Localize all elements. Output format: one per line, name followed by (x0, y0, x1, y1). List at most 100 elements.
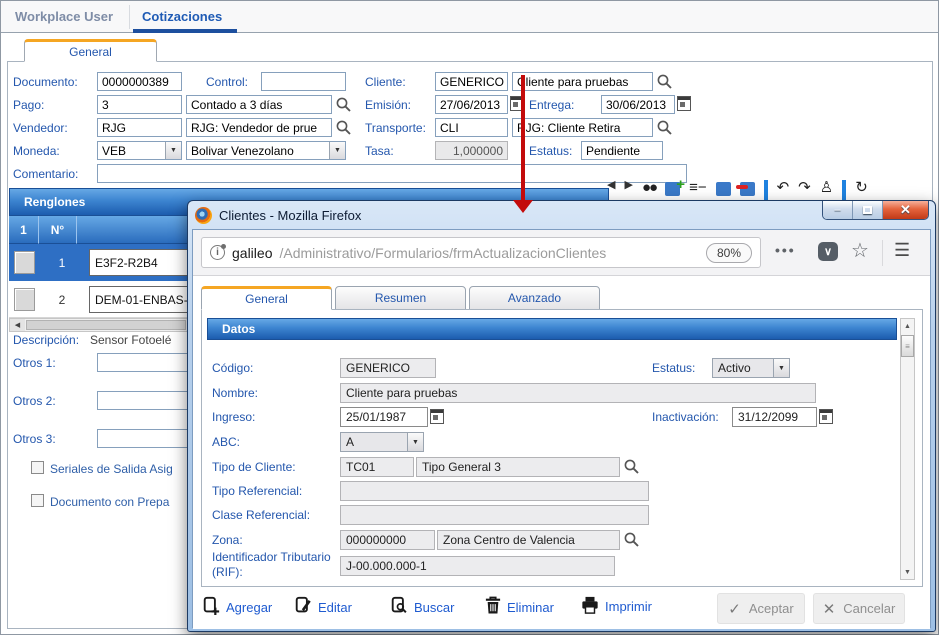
emision-input[interactable]: 27/06/2013 (435, 95, 508, 114)
annotation-arrow-line (521, 75, 525, 203)
imprimir-button[interactable]: Imprimir (581, 596, 652, 617)
list-minus-icon[interactable]: ≡− (689, 178, 707, 198)
pago-label: Pago: (13, 98, 44, 112)
inactivacion-calendar-icon[interactable] (819, 409, 833, 424)
vendedor-search-icon[interactable] (335, 119, 352, 136)
tab-general-popup[interactable]: General (201, 286, 332, 310)
codigo-input: GENERICO (340, 358, 436, 378)
tab-workplace-user[interactable]: Workplace User (15, 9, 113, 24)
pago-code-input[interactable]: 3 (97, 95, 182, 114)
box-icon[interactable] (716, 182, 731, 196)
zona-code-input: 000000000 (340, 530, 435, 550)
tab-resumen[interactable]: Resumen (335, 286, 466, 310)
url-bar[interactable]: i galileo /Administrativo/Formularios/fr… (201, 237, 761, 268)
cancelar-button[interactable]: ✕ Cancelar (813, 593, 905, 624)
row-selector[interactable] (14, 288, 35, 311)
browser-navbar: i galileo /Administrativo/Formularios/fr… (193, 230, 930, 276)
comentario-input[interactable] (97, 164, 687, 183)
redo-icon[interactable]: ↷ (798, 178, 811, 198)
grid-col-numero: N° (39, 216, 77, 244)
tipo-cliente-search-icon[interactable] (623, 458, 640, 475)
pager-left-icon[interactable]: ◀ (607, 178, 615, 191)
combo-arrow-icon[interactable]: ▼ (773, 359, 789, 377)
cliente-label: Cliente: (365, 75, 406, 89)
pager-right-icon[interactable]: ▶ (624, 178, 632, 191)
add-item-icon[interactable]: + (665, 182, 680, 196)
zoom-level-badge[interactable]: 80% (706, 243, 752, 263)
row-selector[interactable] (14, 251, 35, 274)
transporte-search-icon[interactable] (656, 119, 673, 136)
site-info-icon[interactable]: i (210, 245, 225, 260)
panel-vertical-scrollbar[interactable]: ▲ ≡ ▼ (900, 318, 915, 580)
clase-referencial-label: Clase Referencial: (212, 508, 310, 522)
control-input[interactable] (261, 72, 346, 91)
truck-icon[interactable] (740, 182, 755, 196)
aceptar-button[interactable]: ✓ Aceptar (717, 593, 805, 624)
editar-button[interactable]: Editar (295, 596, 352, 618)
check-icon: ✓ (728, 600, 741, 618)
tab-avanzado[interactable]: Avanzado (469, 286, 600, 310)
cliente-search-icon[interactable] (656, 73, 673, 90)
abc-combo[interactable]: A ▼ (340, 432, 424, 452)
bookmark-star-icon[interactable]: ☆ (851, 238, 869, 263)
transporte-name-input[interactable]: RJG: Cliente Retira (512, 118, 653, 137)
transporte-code-input[interactable]: CLI (435, 118, 508, 137)
scroll-down-icon[interactable]: ▼ (901, 565, 914, 579)
cliente-name-input[interactable]: Cliente para pruebas (512, 72, 653, 91)
documento-input[interactable]: 0000000389 (97, 72, 182, 91)
datos-section-header: Datos (207, 318, 897, 340)
estatus-combo[interactable]: Activo ▼ (712, 358, 790, 378)
vendedor-name-input[interactable]: RJG: Vendedor de prue (186, 118, 332, 137)
prepago-checkbox[interactable] (31, 494, 44, 507)
url-host: galileo (232, 245, 272, 261)
moneda-label: Moneda: (13, 144, 60, 158)
grid-toolbar: ◀ ▶ ●● + ≡− ↶ ↷ ♙ ↻ (607, 178, 868, 200)
menu-hamburger-icon[interactable]: ☰ (894, 240, 910, 261)
vendedor-code-input[interactable]: RJG (97, 118, 182, 137)
moneda-code-combo[interactable]: VEB ▼ (97, 141, 182, 160)
entrega-calendar-icon[interactable] (677, 96, 691, 111)
seriales-checkbox[interactable] (31, 461, 44, 474)
minimize-button[interactable]: – (823, 201, 853, 219)
combo-arrow-icon[interactable]: ▼ (165, 142, 181, 159)
moneda-name-combo[interactable]: Bolivar Venezolano ▼ (186, 141, 346, 160)
navbar-separator (882, 240, 883, 266)
maximize-button[interactable] (853, 201, 883, 219)
tipo-cliente-label: Tipo de Cliente: (212, 460, 296, 474)
rif-input: J-00.000.000-1 (340, 556, 615, 576)
active-tab-underline (133, 29, 237, 33)
page-actions-icon[interactable]: ••• (775, 242, 796, 258)
tipo-referencial-input (340, 481, 649, 501)
agregar-button[interactable]: Agregar (203, 596, 272, 618)
pocket-icon[interactable]: ∨ (818, 242, 838, 261)
scroll-thumb[interactable] (26, 320, 186, 330)
clientes-window: Clientes - Mozilla Firefox – ✕ i galileo… (187, 200, 936, 632)
refresh-icon[interactable]: ↻ (855, 178, 868, 198)
entrega-input[interactable]: 30/06/2013 (601, 95, 675, 114)
combo-arrow-icon[interactable]: ▼ (329, 142, 345, 159)
combo-arrow-icon[interactable]: ▼ (407, 433, 423, 451)
zona-search-icon[interactable] (623, 531, 640, 548)
eliminar-button[interactable]: Eliminar (485, 596, 554, 618)
ingreso-calendar-icon[interactable] (430, 409, 444, 424)
popup-titlebar[interactable]: Clientes - Mozilla Firefox – ✕ (192, 201, 931, 229)
cliente-code-input[interactable]: GENERICO (435, 72, 508, 91)
close-button[interactable]: ✕ (883, 201, 928, 219)
pago-name-input[interactable]: Contado a 3 días (186, 95, 332, 114)
tab-cotizaciones[interactable]: Cotizaciones (142, 9, 222, 24)
doc-pencil-icon (295, 596, 312, 618)
people-icon[interactable]: ●● (642, 178, 656, 198)
undo-icon[interactable]: ↶ (777, 178, 790, 198)
estatus-input-main[interactable]: Pendiente (581, 141, 663, 160)
scroll-thumb[interactable]: ≡ (901, 335, 914, 357)
inactivacion-input[interactable]: 31/12/2099 (732, 407, 817, 427)
datos-panel: Datos Código: GENERICO Estatus: Activo ▼… (201, 309, 923, 587)
tab-general-main[interactable]: General (24, 39, 157, 62)
pago-search-icon[interactable] (335, 96, 352, 113)
scroll-up-icon[interactable]: ▲ (901, 319, 914, 333)
ingreso-input[interactable]: 25/01/1987 (340, 407, 428, 427)
buscar-button[interactable]: Buscar (391, 596, 454, 618)
tasa-input: 1,000000 (435, 141, 508, 160)
scroll-left-icon[interactable]: ◀ (10, 319, 25, 331)
person-icon[interactable]: ♙ (820, 178, 833, 198)
